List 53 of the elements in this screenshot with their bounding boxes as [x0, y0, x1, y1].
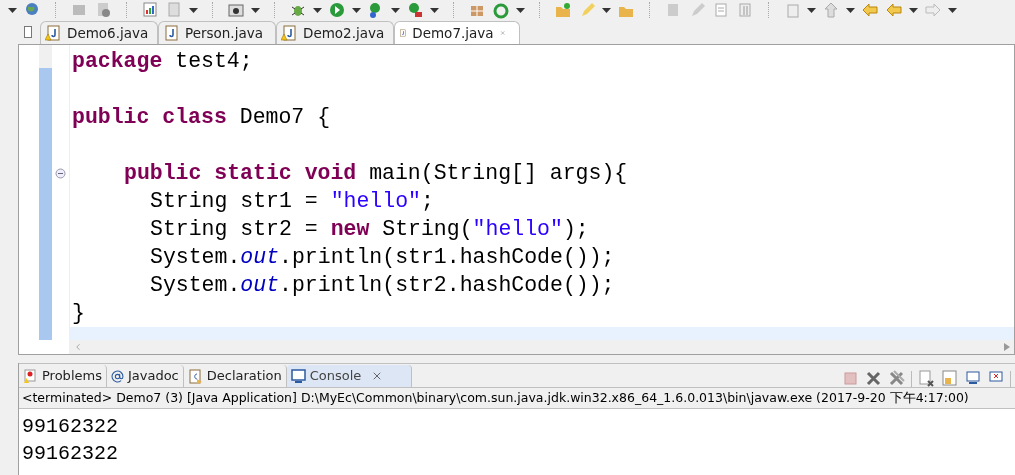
- remove-icon[interactable]: [865, 370, 882, 387]
- caret-icon[interactable]: [948, 7, 957, 13]
- code-line: }: [72, 301, 85, 325]
- caret-icon[interactable]: [352, 7, 361, 13]
- camera-icon[interactable]: [227, 1, 245, 19]
- refresh-icon[interactable]: [492, 1, 510, 19]
- code-line: String str2 = new String("hello");: [150, 217, 589, 241]
- chart-icon[interactable]: [141, 1, 159, 19]
- editor-tab[interactable]: Demo6.java: [40, 21, 158, 44]
- lock-icon[interactable]: [941, 370, 958, 387]
- caret-icon[interactable]: [251, 7, 260, 13]
- code-line: public static void main(String[] args){: [124, 161, 628, 185]
- view-tab[interactable]: Console: [286, 365, 413, 387]
- console-header: <terminated> Demo7 (3) [Java Application] D:\MyEc\Common\binary\com.sun.java.jdk.win32.x86_64_1.6.0.013\bin\javaw.exe (2017-9-20 下午4:17:00): [22, 388, 969, 407]
- caret-icon[interactable]: [909, 7, 918, 13]
- monitor-icon: [290, 368, 306, 384]
- caret-icon[interactable]: [391, 7, 400, 13]
- play-icon[interactable]: [328, 1, 346, 19]
- java-file-icon: [163, 25, 179, 41]
- fold-icon[interactable]: [55, 167, 66, 179]
- clear-console-icon[interactable]: [918, 370, 935, 387]
- editor-tab[interactable]: Person.java: [158, 21, 276, 44]
- code-line: String str1 = "hello";: [150, 189, 434, 213]
- editor-tab[interactable]: Demo2.java: [276, 21, 394, 44]
- run-icon[interactable]: [406, 1, 424, 19]
- monitor-icon[interactable]: [964, 370, 981, 387]
- remove-all-icon[interactable]: [888, 370, 905, 387]
- problems-icon: [23, 368, 38, 384]
- caret-icon[interactable]: [846, 7, 855, 13]
- arrow-up-icon[interactable]: [822, 1, 840, 19]
- console-output-line: 99162322: [22, 441, 118, 467]
- code-line: System.out.println(str1.hashCode());: [150, 245, 615, 269]
- warning-icon: [45, 33, 52, 41]
- minimize-icon[interactable]: [24, 26, 32, 38]
- caret-icon[interactable]: [430, 7, 439, 13]
- caret-icon[interactable]: [602, 7, 611, 13]
- code-line: package test4;: [72, 49, 253, 73]
- warning-icon: [281, 33, 288, 41]
- arrow-left-icon[interactable]: [861, 1, 879, 19]
- arrow-left-icon[interactable]: [885, 1, 903, 19]
- editor-tab[interactable]: Demo7.java: [394, 21, 520, 44]
- at-sign-icon: [110, 369, 124, 383]
- caret-icon[interactable]: [807, 7, 816, 13]
- caret-icon[interactable]: [313, 7, 322, 13]
- scroll-right-icon[interactable]: [1004, 343, 1010, 351]
- declaration-icon: [187, 368, 203, 384]
- caret-icon[interactable]: [516, 7, 525, 13]
- console-output-line: 99162322: [22, 414, 118, 440]
- caret-icon[interactable]: [189, 7, 198, 13]
- code-line: System.out.println(str2.hashCode());: [150, 273, 615, 297]
- horizontal-scrollbar[interactable]: [69, 340, 1014, 354]
- code-line: public class Demo7 {: [72, 105, 331, 129]
- caret-icon[interactable]: [8, 7, 17, 13]
